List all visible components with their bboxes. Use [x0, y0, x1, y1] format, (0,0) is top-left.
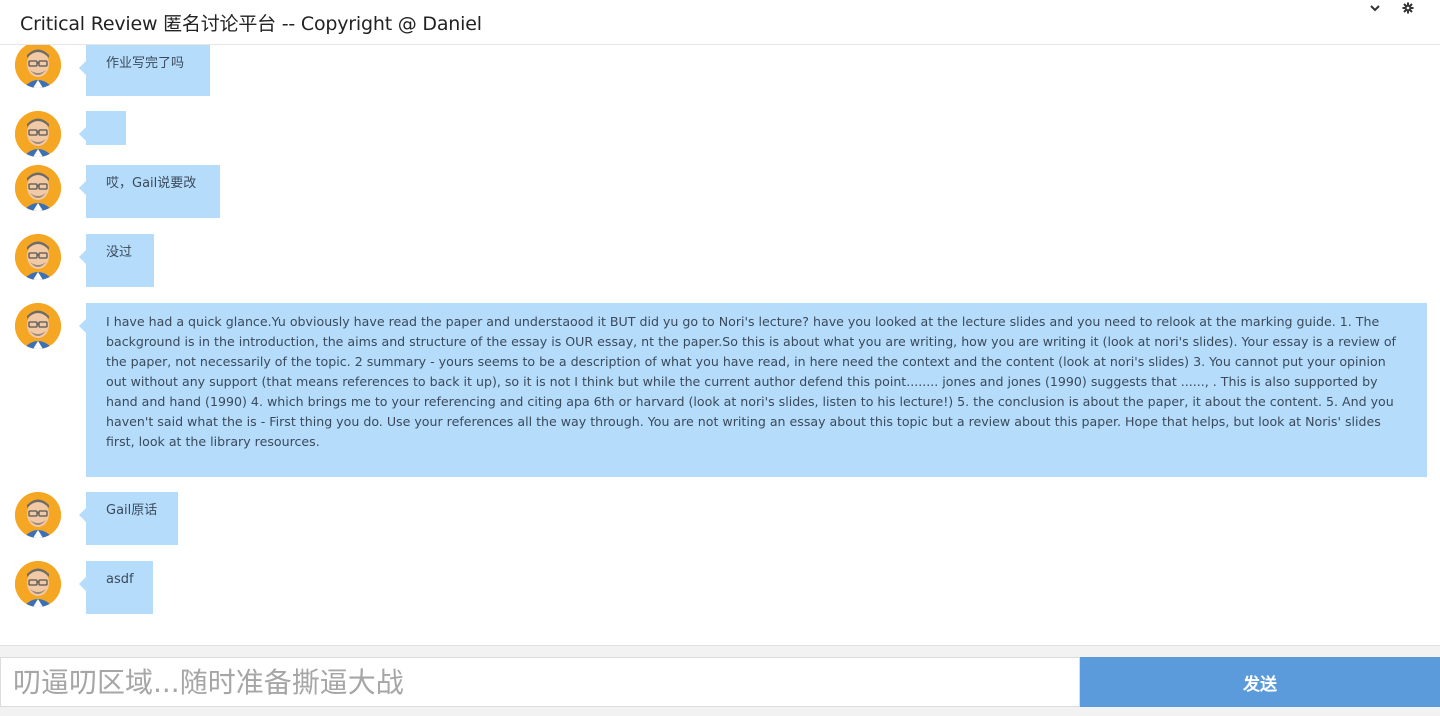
message-input[interactable] [0, 657, 1080, 707]
user-avatar [15, 492, 61, 538]
composer-bar: 发送 [0, 645, 1440, 716]
user-avatar [15, 165, 61, 211]
app-header: Critical Review 匿名讨论平台 -- Copyright @ Da… [0, 0, 1440, 45]
message-bubble: I have had a quick glance.Yu obviously h… [79, 303, 1427, 477]
gear-icon[interactable] [1400, 0, 1416, 16]
message-bubble: 作业写完了吗 [79, 45, 210, 96]
user-avatar [15, 303, 61, 349]
message-bubble: 哎，Gail说要改 [79, 165, 220, 218]
user-avatar [15, 234, 61, 280]
user-avatar [15, 561, 61, 607]
send-button[interactable]: 发送 [1080, 657, 1440, 707]
user-avatar [15, 111, 61, 157]
message-bubble: 没过 [79, 234, 154, 287]
message-bubble: asdf [79, 561, 153, 614]
chevron-down-icon[interactable] [1367, 0, 1383, 16]
message-bubble [79, 111, 126, 145]
message-bubble: Gail原话 [79, 492, 178, 545]
user-avatar [15, 45, 61, 88]
app-title: Critical Review 匿名讨论平台 -- Copyright @ Da… [20, 13, 482, 35]
message-list[interactable]: 作业写完了吗 哎，Gail说要改 没过 I have had a quick g… [0, 45, 1440, 645]
